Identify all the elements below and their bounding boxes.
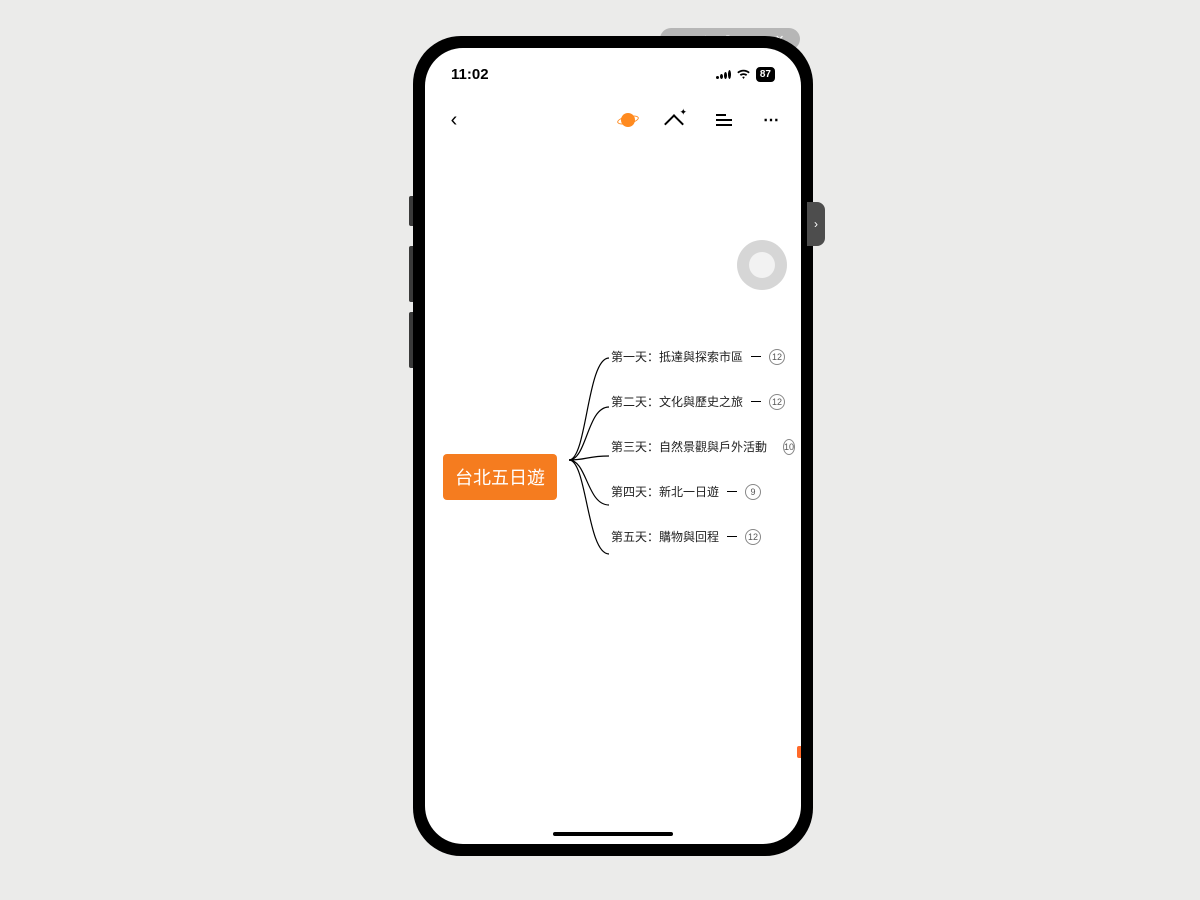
more-icon[interactable]: ⋯ <box>761 109 783 131</box>
edge-indicator <box>797 746 801 758</box>
mindmap-root-node[interactable]: 台北五日遊 <box>443 454 557 500</box>
mindmap-node[interactable]: 第四天：新北一日遊 9 <box>611 483 791 500</box>
outline-icon[interactable] <box>713 109 735 131</box>
mindmap-node[interactable]: 第二天：文化與歷史之旅 12 <box>611 393 791 410</box>
phone-frame: › 11:02 87 ‹ ⋯ <box>413 36 813 856</box>
volume-down-button <box>409 312 413 368</box>
mindmap-node[interactable]: 第一天：抵達與探索市區 12 <box>611 348 791 365</box>
mindmap-connector <box>569 342 615 578</box>
status-bar: 11:02 87 <box>425 62 801 86</box>
app-toolbar: ‹ ⋯ <box>425 100 801 140</box>
mindmap-node[interactable]: 第五天：購物與回程 12 <box>611 528 791 545</box>
wifi-icon <box>736 68 751 80</box>
node-label[interactable]: 第二天：文化與歷史之旅 <box>611 393 743 410</box>
node-count-badge[interactable]: 12 <box>745 529 761 545</box>
mindmap-branches: 第一天：抵達與探索市區 12 第二天：文化與歷史之旅 12 第三天：自然景觀與戶… <box>611 348 791 545</box>
home-indicator[interactable] <box>553 832 673 836</box>
node-count-badge[interactable]: 12 <box>769 394 785 410</box>
battery-indicator: 87 <box>756 67 775 82</box>
node-label[interactable]: 第三天：自然景觀與戶外活動 <box>611 438 767 455</box>
volume-up-button <box>409 246 413 302</box>
mindmap-node[interactable]: 第三天：自然景觀與戶外活動 10 <box>611 438 791 455</box>
signal-icon <box>716 70 731 79</box>
planet-icon[interactable] <box>617 109 639 131</box>
node-label[interactable]: 第一天：抵達與探索市區 <box>611 348 743 365</box>
phone-screen: 11:02 87 ‹ ⋯ 台北五日遊 <box>425 48 801 844</box>
assistive-touch-button[interactable] <box>737 240 787 290</box>
node-count-badge[interactable]: 9 <box>745 484 761 500</box>
node-connector <box>727 536 737 537</box>
back-button[interactable]: ‹ <box>443 109 465 131</box>
node-count-badge[interactable]: 12 <box>769 349 785 365</box>
side-drawer-handle[interactable]: › <box>807 202 825 246</box>
status-time: 11:02 <box>451 66 489 83</box>
node-connector <box>751 401 761 402</box>
status-right: 87 <box>716 67 775 82</box>
node-label[interactable]: 第五天：購物與回程 <box>611 528 719 545</box>
node-connector <box>727 491 737 492</box>
node-label[interactable]: 第四天：新北一日遊 <box>611 483 719 500</box>
magic-wand-icon[interactable] <box>665 109 687 131</box>
volume-button <box>409 196 413 226</box>
mindmap-canvas[interactable]: 台北五日遊 第一天：抵達與探索市區 12 第二天：文化與歷史之旅 12 <box>443 348 791 608</box>
node-connector <box>751 356 761 357</box>
node-count-badge[interactable]: 10 <box>783 439 795 455</box>
